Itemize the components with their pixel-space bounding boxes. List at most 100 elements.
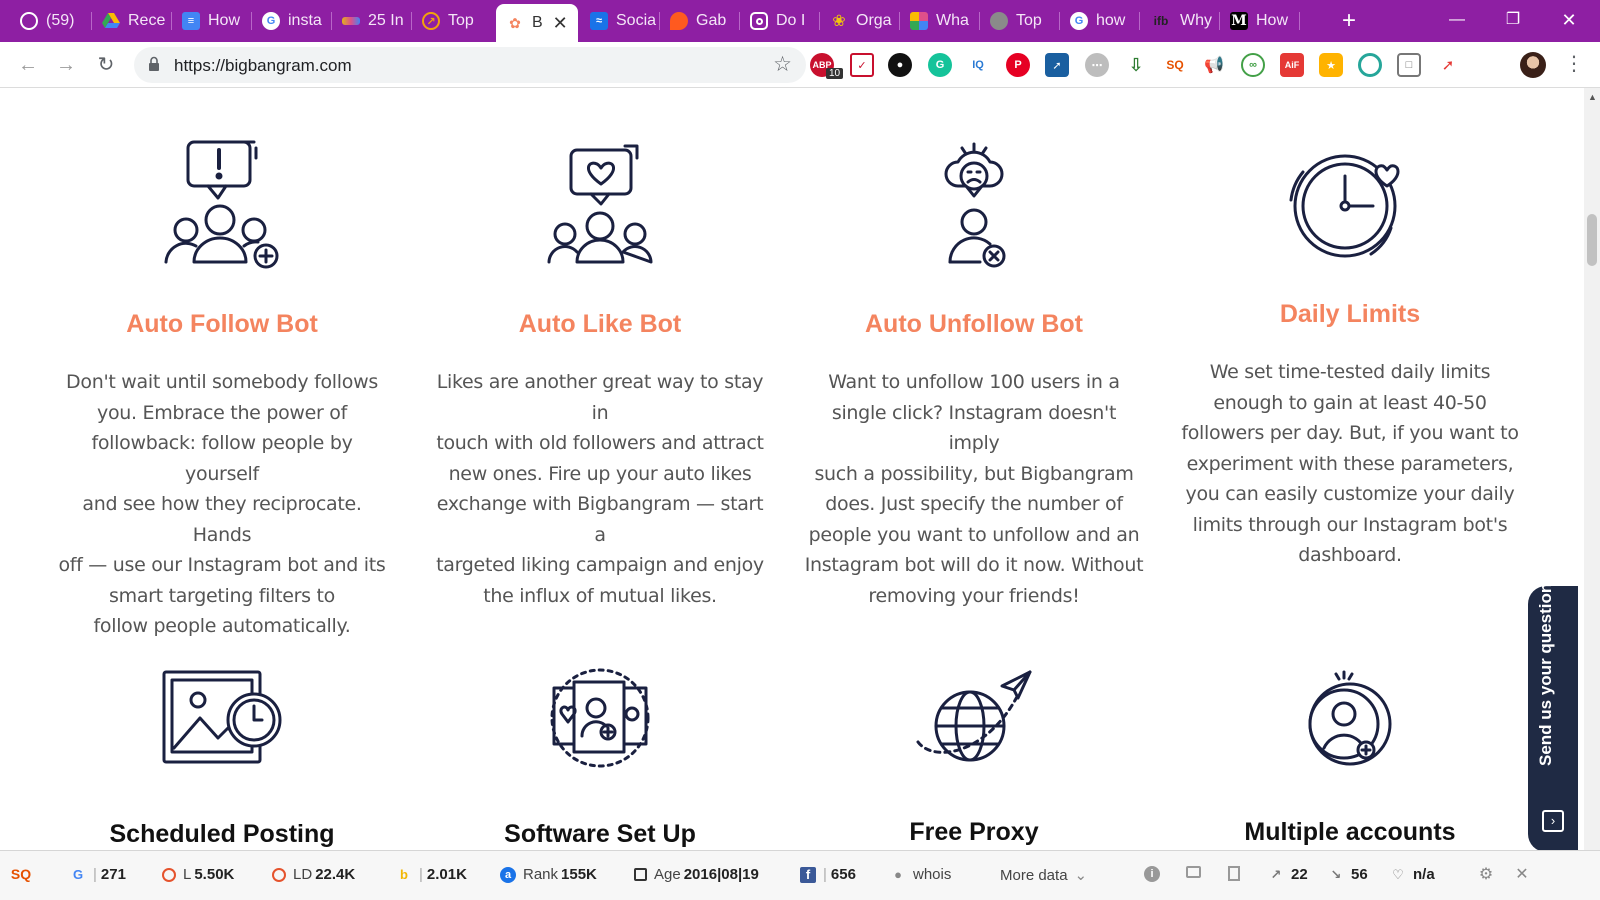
close-icon[interactable]: ✕ xyxy=(553,13,568,34)
calendar-icon xyxy=(634,868,647,881)
facebook-icon: f xyxy=(800,866,816,883)
profile-avatar[interactable] xyxy=(1520,52,1546,78)
tab-mail[interactable]: (59) xyxy=(10,6,92,36)
pocket-extension-icon[interactable]: ✓ xyxy=(850,53,874,77)
restore-button[interactable]: ❐ xyxy=(1498,6,1528,34)
internal-link-icon: ↘ xyxy=(1330,866,1342,882)
tab-wha[interactable]: Wha xyxy=(900,6,980,36)
feature-auto-like: Auto Like Bot Likes are another great wa… xyxy=(430,138,770,611)
feature-title: Software Set Up xyxy=(504,820,696,848)
star-extension-icon[interactable]: ★ xyxy=(1319,53,1343,77)
chevron-down-icon: ⌄ xyxy=(1074,867,1088,884)
tab-top-2[interactable]: Top xyxy=(980,6,1060,36)
external-links-metric[interactable]: ↗ 22 xyxy=(1268,866,1308,883)
tab-instagram[interactable]: Do I xyxy=(740,6,820,36)
tab-label: B xyxy=(532,14,543,31)
address-bar[interactable]: https://bigbangram.com ☆ xyxy=(134,47,806,83)
tab-25[interactable]: 25 In xyxy=(332,6,412,36)
tab-bigbangram-active[interactable]: ✿ B ✕ xyxy=(496,4,578,42)
facebook-metric[interactable]: f | 656 xyxy=(800,866,856,883)
whois-link[interactable]: ● whois xyxy=(890,866,954,883)
feature-title: Auto Follow Bot xyxy=(126,310,318,338)
scheduled-image-icon xyxy=(162,670,282,764)
clock-heart-icon xyxy=(1289,154,1400,258)
scroll-up-arrow-icon[interactable]: ▲ xyxy=(1588,92,1597,102)
tab-drive[interactable]: Rece xyxy=(92,6,172,36)
seoquake-extension-icon[interactable]: SQ xyxy=(1163,53,1187,77)
tab-ifb[interactable]: ifb Why xyxy=(1140,6,1220,36)
tab-gab[interactable]: Gab xyxy=(660,6,740,36)
page-content: Auto Follow Bot Don't wait until somebod… xyxy=(0,88,1584,850)
seoquake-logo[interactable]: SQ xyxy=(10,866,39,882)
owl-extension-icon[interactable]: ● xyxy=(888,53,912,77)
feature-description: We set time-tested daily limits enough t… xyxy=(1181,361,1519,566)
info-button[interactable]: i xyxy=(1144,866,1167,882)
screen-extension-icon[interactable]: □ xyxy=(1397,53,1421,77)
page-scrollbar[interactable]: ▲ xyxy=(1584,88,1600,850)
download-extension-icon[interactable]: ⇩ xyxy=(1124,53,1148,77)
google-index-metric[interactable]: G | 271 xyxy=(70,866,126,883)
close-window-button[interactable]: ✕ xyxy=(1554,6,1584,34)
rainbow-icon xyxy=(342,17,360,25)
tab-label: insta xyxy=(288,12,322,29)
report-button[interactable] xyxy=(1228,866,1247,881)
linking-domains-metric[interactable]: LD 22.4K xyxy=(272,866,355,883)
iq-extension-icon[interactable]: IQ xyxy=(966,53,990,77)
bing-index-metric[interactable]: b | 2.01K xyxy=(396,866,467,883)
settings-button[interactable]: ⚙ xyxy=(1478,866,1501,883)
google-icon: G xyxy=(72,867,84,882)
tab-top[interactable]: ↗ Top xyxy=(412,6,496,36)
scrollbar-thumb[interactable] xyxy=(1587,214,1597,266)
links-metric[interactable]: L 5.50K xyxy=(162,866,234,883)
send-question-tab[interactable]: Send us your question! › xyxy=(1528,577,1578,852)
rocket-extension-icon[interactable]: ➚ xyxy=(1436,53,1460,77)
instagram-icon xyxy=(750,12,768,30)
bigbangram-icon: ✿ xyxy=(509,14,521,31)
follow-group-icon xyxy=(164,140,279,269)
tab-label: 25 In xyxy=(368,12,404,29)
back-button[interactable]: ← xyxy=(14,51,42,79)
feature-description: Want to unfollow 100 users in a single c… xyxy=(804,371,1144,607)
globe-plane-icon xyxy=(916,670,1032,762)
tab-google-insta[interactable]: G insta xyxy=(252,6,332,36)
aif-extension-icon[interactable]: AiF xyxy=(1280,53,1304,77)
age-metric[interactable]: Age 2016|08|19 xyxy=(634,866,759,883)
tab-label: (59) xyxy=(46,12,75,29)
compass-extension-icon[interactable]: ➚ xyxy=(1045,53,1069,77)
new-tab-button[interactable]: + xyxy=(1336,8,1362,34)
docs-icon: ≡ xyxy=(182,12,200,30)
tab-docs[interactable]: ≡ How xyxy=(172,6,252,36)
ring-extension-icon[interactable] xyxy=(1358,53,1382,77)
more-data-dropdown[interactable]: More data ⌄ xyxy=(1000,866,1088,885)
close-bar-button[interactable]: ✕ xyxy=(1514,866,1537,883)
pinterest-extension-icon[interactable]: P xyxy=(1006,53,1030,77)
monitor-button[interactable] xyxy=(1186,866,1208,878)
tab-social[interactable]: ≈ Socia xyxy=(580,6,660,36)
menu-icon[interactable]: ⋮ xyxy=(1564,51,1584,76)
compass-icon: ↗ xyxy=(422,12,440,30)
reload-button[interactable]: ↻ xyxy=(92,51,120,79)
tab-orga[interactable]: ❀ Orga xyxy=(820,6,900,36)
tab-google-how[interactable]: G how xyxy=(1060,6,1140,36)
bing-icon: b xyxy=(400,867,408,882)
like-group-icon xyxy=(547,144,653,264)
unfollow-user-icon xyxy=(944,142,1006,268)
internal-links-metric[interactable]: ↘ 56 xyxy=(1328,866,1368,883)
software-setup-icon xyxy=(550,668,650,768)
tab-label: Why xyxy=(1180,12,1212,29)
tab-label: Orga xyxy=(856,12,892,29)
rank-metric[interactable]: a Rank 155K xyxy=(500,866,597,883)
megaphone-extension-icon[interactable]: 📢 xyxy=(1202,53,1226,77)
robots-metric[interactable]: ♡ n/a xyxy=(1390,866,1435,883)
bookmark-star-icon[interactable]: ☆ xyxy=(773,52,792,77)
minimize-button[interactable]: — xyxy=(1442,6,1472,34)
feature-title: Multiple accounts xyxy=(1244,818,1456,846)
browser-toolbar: ← → ↻ https://bigbangram.com ☆ ABP 10 ✓ … xyxy=(0,42,1600,88)
extension-badge: 10 xyxy=(826,68,844,79)
link-extension-icon[interactable]: ∞ xyxy=(1241,53,1265,77)
tab-medium[interactable]: M How xyxy=(1220,6,1300,36)
heart-monitor-icon: ♡ xyxy=(1392,866,1404,882)
forward-button[interactable]: → xyxy=(52,51,80,79)
grammarly-extension-icon[interactable]: G xyxy=(928,53,952,77)
grey-extension-icon[interactable]: ⋯ xyxy=(1085,53,1109,77)
